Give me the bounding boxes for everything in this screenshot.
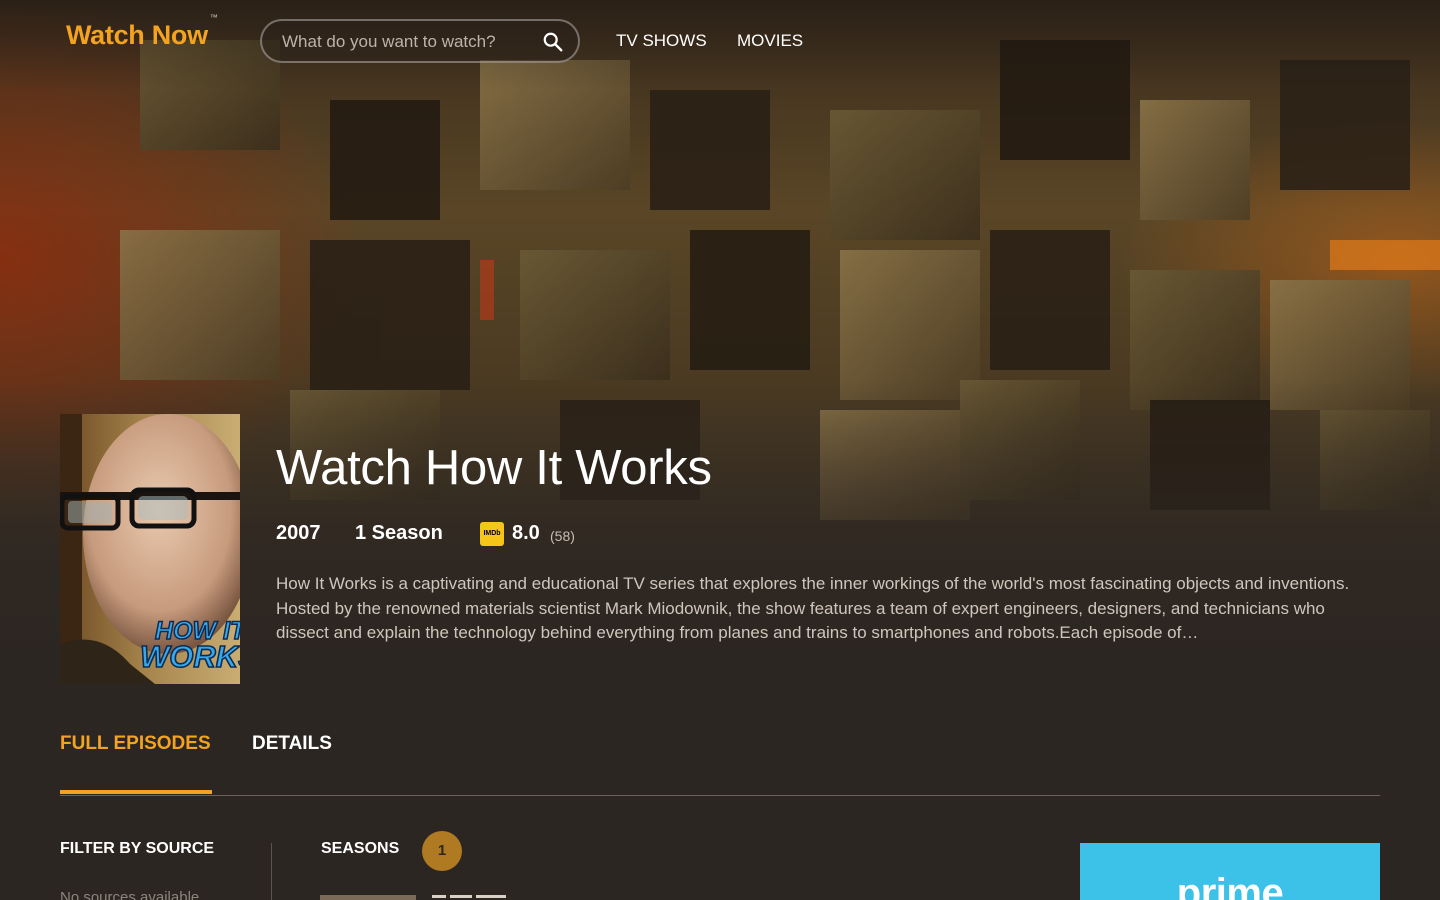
imdb-icon: IMDb — [480, 522, 504, 546]
search-input[interactable] — [282, 31, 522, 53]
tab-details[interactable]: DETAILS — [252, 733, 332, 755]
show-year: 2007 — [276, 522, 321, 544]
top-header: Watch Now™ TV SHOWS MOVIES — [0, 0, 1440, 80]
column-divider — [271, 843, 272, 900]
filter-by-source-heading: FILTER BY SOURCE — [60, 840, 215, 857]
site-logo[interactable]: Watch Now™ — [66, 13, 218, 51]
seasons-heading: SEASONS — [321, 840, 400, 857]
show-poster: HOW IT WORKS — [60, 414, 240, 684]
poster-image: HOW IT WORKS — [60, 414, 240, 684]
season-count: 1 Season — [355, 522, 443, 544]
tab-full-episodes[interactable]: FULL EPISODES — [60, 733, 211, 755]
nav-movies[interactable]: MOVIES — [737, 31, 803, 51]
search-box — [260, 19, 580, 63]
show-title: Watch How It Works — [276, 441, 712, 495]
page: Watch Now™ TV SHOWS MOVIES — [0, 0, 1440, 900]
content-tabs: FULL EPISODES DETAILS — [60, 730, 1380, 796]
prime-video-ad[interactable]: prime — [1080, 843, 1380, 900]
show-description: How It Works is a captivating and educat… — [276, 574, 1350, 642]
episode-thumbnail[interactable] — [320, 895, 416, 900]
active-tab-indicator — [60, 790, 212, 794]
trademark-mark: ™ — [209, 13, 218, 22]
no-sources-message: No sources available — [60, 889, 200, 900]
season-button-1[interactable]: 1 — [422, 831, 462, 871]
episode-title-peek — [432, 895, 532, 900]
logo-text: Watch Now — [66, 20, 208, 50]
imdb-rating: 8.0 — [512, 522, 540, 544]
poster-title-line-2: WORKS — [140, 639, 240, 674]
nav-tv-shows[interactable]: TV SHOWS — [616, 31, 707, 51]
prime-ad-text: prime — [1176, 871, 1284, 900]
imdb-vote-count: (58) — [550, 528, 575, 544]
search-icon[interactable] — [542, 31, 564, 53]
